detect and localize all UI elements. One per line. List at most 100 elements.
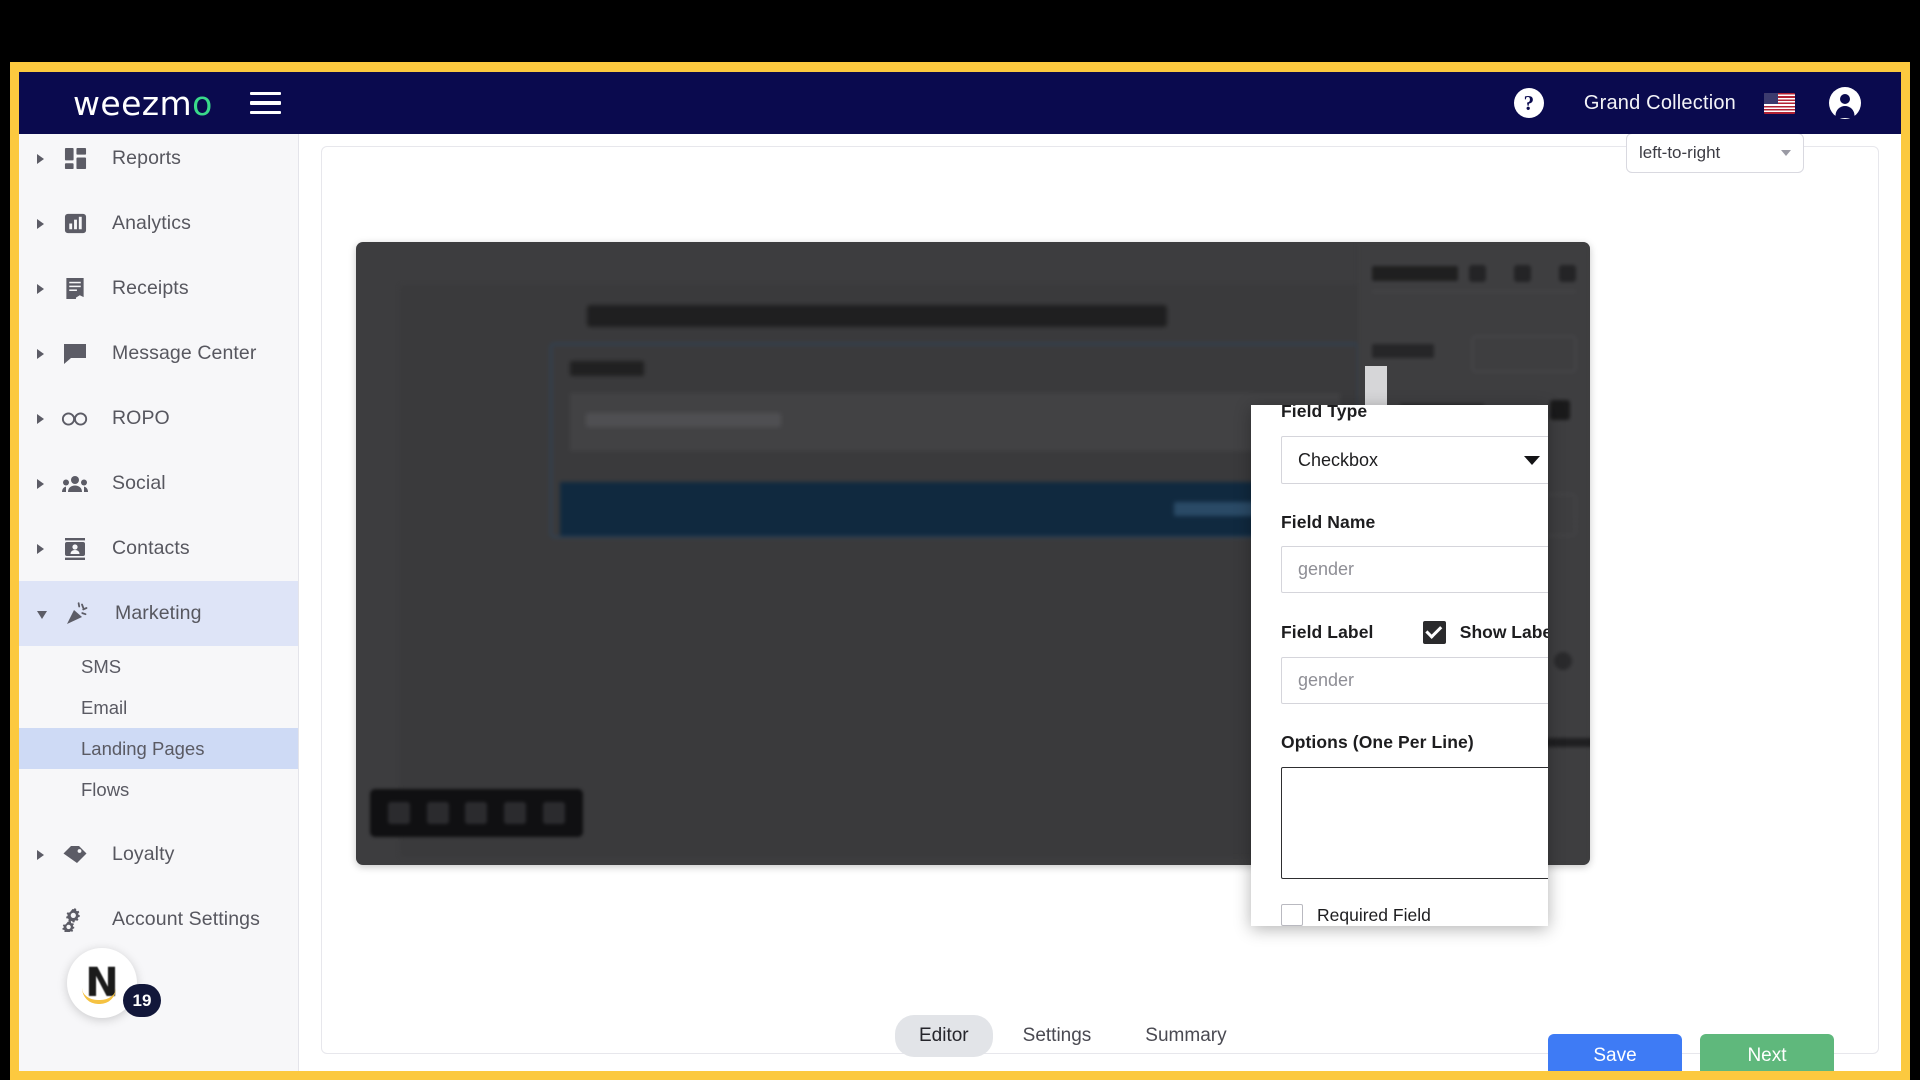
panel-edit-icon — [1514, 265, 1531, 282]
sidebar-item-reports[interactable]: Reports — [19, 134, 298, 191]
footer-actions: Save Next — [1548, 1034, 1834, 1071]
notification-count-badge[interactable]: 19 — [123, 984, 161, 1017]
logo-accent-letter: o — [192, 83, 213, 123]
tab-summary[interactable]: Summary — [1121, 1015, 1250, 1057]
sidebar-subitem-landing-pages[interactable]: Landing Pages — [19, 728, 298, 769]
chevron-right-icon — [37, 153, 44, 164]
panel-duplicate-icon — [1469, 265, 1486, 282]
panel-select-chip — [1472, 336, 1576, 372]
sidebar-label-loyalty: Loyalty — [112, 843, 175, 865]
organization-name[interactable]: Grand Collection — [1584, 92, 1736, 115]
chevron-down-icon — [37, 611, 47, 619]
sidebar-item-ropo[interactable]: ROPO — [19, 386, 298, 451]
chevron-right-icon — [37, 413, 44, 424]
chevron-right-icon — [37, 218, 44, 229]
sidebar-item-message-center[interactable]: Message Center — [19, 321, 298, 386]
tag-icon — [60, 840, 90, 870]
sidebar-subitem-email[interactable]: Email — [19, 687, 298, 728]
screen: weezmo ? Grand Collection Reports Analy — [0, 0, 1920, 1080]
preview-email-label — [570, 361, 644, 376]
chevron-down-icon — [1524, 455, 1540, 465]
bar-chart-icon — [60, 209, 90, 239]
sidebar-subitem-flows[interactable]: Flows — [19, 769, 298, 810]
options-textarea[interactable] — [1281, 767, 1548, 879]
field-label-input[interactable] — [1281, 657, 1548, 704]
landing-page-editor-card: left-to-right Field Type Checkbox Field … — [321, 134, 1879, 1071]
field-type-label: Field Type — [1281, 405, 1368, 421]
show-label-text: Show Label — [1459, 622, 1548, 642]
toolbar-redo-icon[interactable] — [426, 802, 449, 824]
account-avatar-icon[interactable] — [1829, 87, 1861, 119]
editor-step-tabs: Editor Settings Summary — [895, 1015, 1251, 1057]
sidebar-label-ropo: ROPO — [112, 407, 170, 429]
sidebar-item-receipts[interactable]: Receipts — [19, 256, 298, 321]
receipt-icon — [60, 274, 90, 304]
field-type-select[interactable]: Checkbox — [1281, 436, 1548, 484]
sidebar-subitem-sms[interactable]: SMS — [19, 646, 298, 687]
sidebar-item-loyalty[interactable]: Loyalty — [19, 822, 298, 887]
show-label-checkbox[interactable] — [1422, 621, 1446, 644]
logo-text: weezm — [73, 83, 193, 123]
us-flag-icon[interactable] — [1764, 92, 1795, 114]
required-field-row: Required Field — [1281, 904, 1518, 926]
hamburger-menu-icon[interactable] — [249, 91, 281, 115]
field-label-label: Field Label — [1281, 622, 1374, 642]
preview-email-input — [570, 393, 1340, 451]
sidebar-item-analytics[interactable]: Analytics — [19, 191, 298, 256]
chevron-right-icon — [37, 849, 44, 860]
tab-settings[interactable]: Settings — [999, 1015, 1116, 1057]
next-button[interactable]: Next — [1700, 1034, 1834, 1071]
sidebar-navigation: Reports Analytics Receipts Message Cente… — [19, 134, 299, 1071]
sidebar-sublabel-sms: SMS — [81, 655, 122, 677]
sidebar-label-reports: Reports — [112, 147, 181, 169]
preview-submit-button — [560, 482, 1350, 536]
weezmo-logo[interactable]: weezm o — [73, 84, 213, 123]
chevron-right-icon — [37, 478, 44, 489]
editor-block-toolbar[interactable] — [370, 789, 583, 837]
sidebar-item-contacts[interactable]: Contacts — [19, 516, 298, 581]
sidebar-sublabel-email: Email — [81, 696, 128, 718]
sidebar-item-account-settings[interactable]: Account Settings — [19, 887, 298, 952]
preview-email-form — [550, 343, 1360, 538]
panel-header — [1372, 256, 1576, 292]
top-navbar: weezm o ? Grand Collection — [19, 72, 1901, 134]
field-name-label: Field Name — [1281, 512, 1376, 532]
megaphone-confetti-icon — [63, 599, 93, 629]
save-button[interactable]: Save — [1548, 1034, 1682, 1071]
chevron-right-icon — [37, 283, 44, 294]
sidebar-item-marketing[interactable]: Marketing — [19, 581, 298, 646]
sidebar-label-analytics: Analytics — [112, 212, 191, 234]
contact-card-icon — [60, 534, 90, 564]
chevron-down-icon — [1781, 150, 1791, 156]
sidebar-label-receipts: Receipts — [112, 277, 189, 299]
panel-title-placeholder — [1372, 266, 1458, 281]
gears-icon — [60, 905, 90, 935]
field-type-value: Checkbox — [1298, 449, 1379, 470]
panel-delete-icon — [1559, 265, 1576, 282]
help-icon[interactable]: ? — [1513, 88, 1544, 118]
required-field-label: Required Field — [1317, 904, 1431, 925]
toolbar-preview-icon[interactable] — [504, 802, 527, 824]
toolbar-undo-icon[interactable] — [388, 802, 411, 824]
sidebar-sublabel-flows: Flows — [81, 778, 130, 800]
browser-frame: weezmo ? Grand Collection Reports Analy — [10, 62, 1910, 1080]
chat-bubble-icon — [60, 339, 90, 369]
sidebar-label-contacts: Contacts — [112, 537, 190, 559]
sidebar-label-account-settings: Account Settings — [112, 908, 260, 930]
sidebar-label-marketing: Marketing — [115, 602, 202, 624]
field-name-input[interactable] — [1281, 546, 1548, 593]
toolbar-mobile-icon[interactable] — [542, 802, 565, 824]
text-direction-select[interactable]: left-to-right — [1626, 134, 1804, 173]
sidebar-label-message-center: Message Center — [112, 342, 257, 364]
required-field-checkbox[interactable] — [1281, 904, 1303, 926]
options-label: Options (One Per Line) — [1281, 732, 1474, 752]
infinity-icon — [60, 404, 90, 434]
people-group-icon — [60, 469, 90, 499]
toolbar-settings-icon[interactable] — [465, 802, 488, 824]
text-direction-value: left-to-right — [1639, 143, 1721, 162]
tab-editor[interactable]: Editor — [895, 1015, 993, 1057]
sidebar-item-social[interactable]: Social — [19, 451, 298, 516]
preview-text-block — [587, 305, 1167, 327]
field-settings-modal: Field Type Checkbox Field Name Field Lab… — [1251, 405, 1548, 926]
main-content: left-to-right Field Type Checkbox Field … — [299, 134, 1901, 1071]
